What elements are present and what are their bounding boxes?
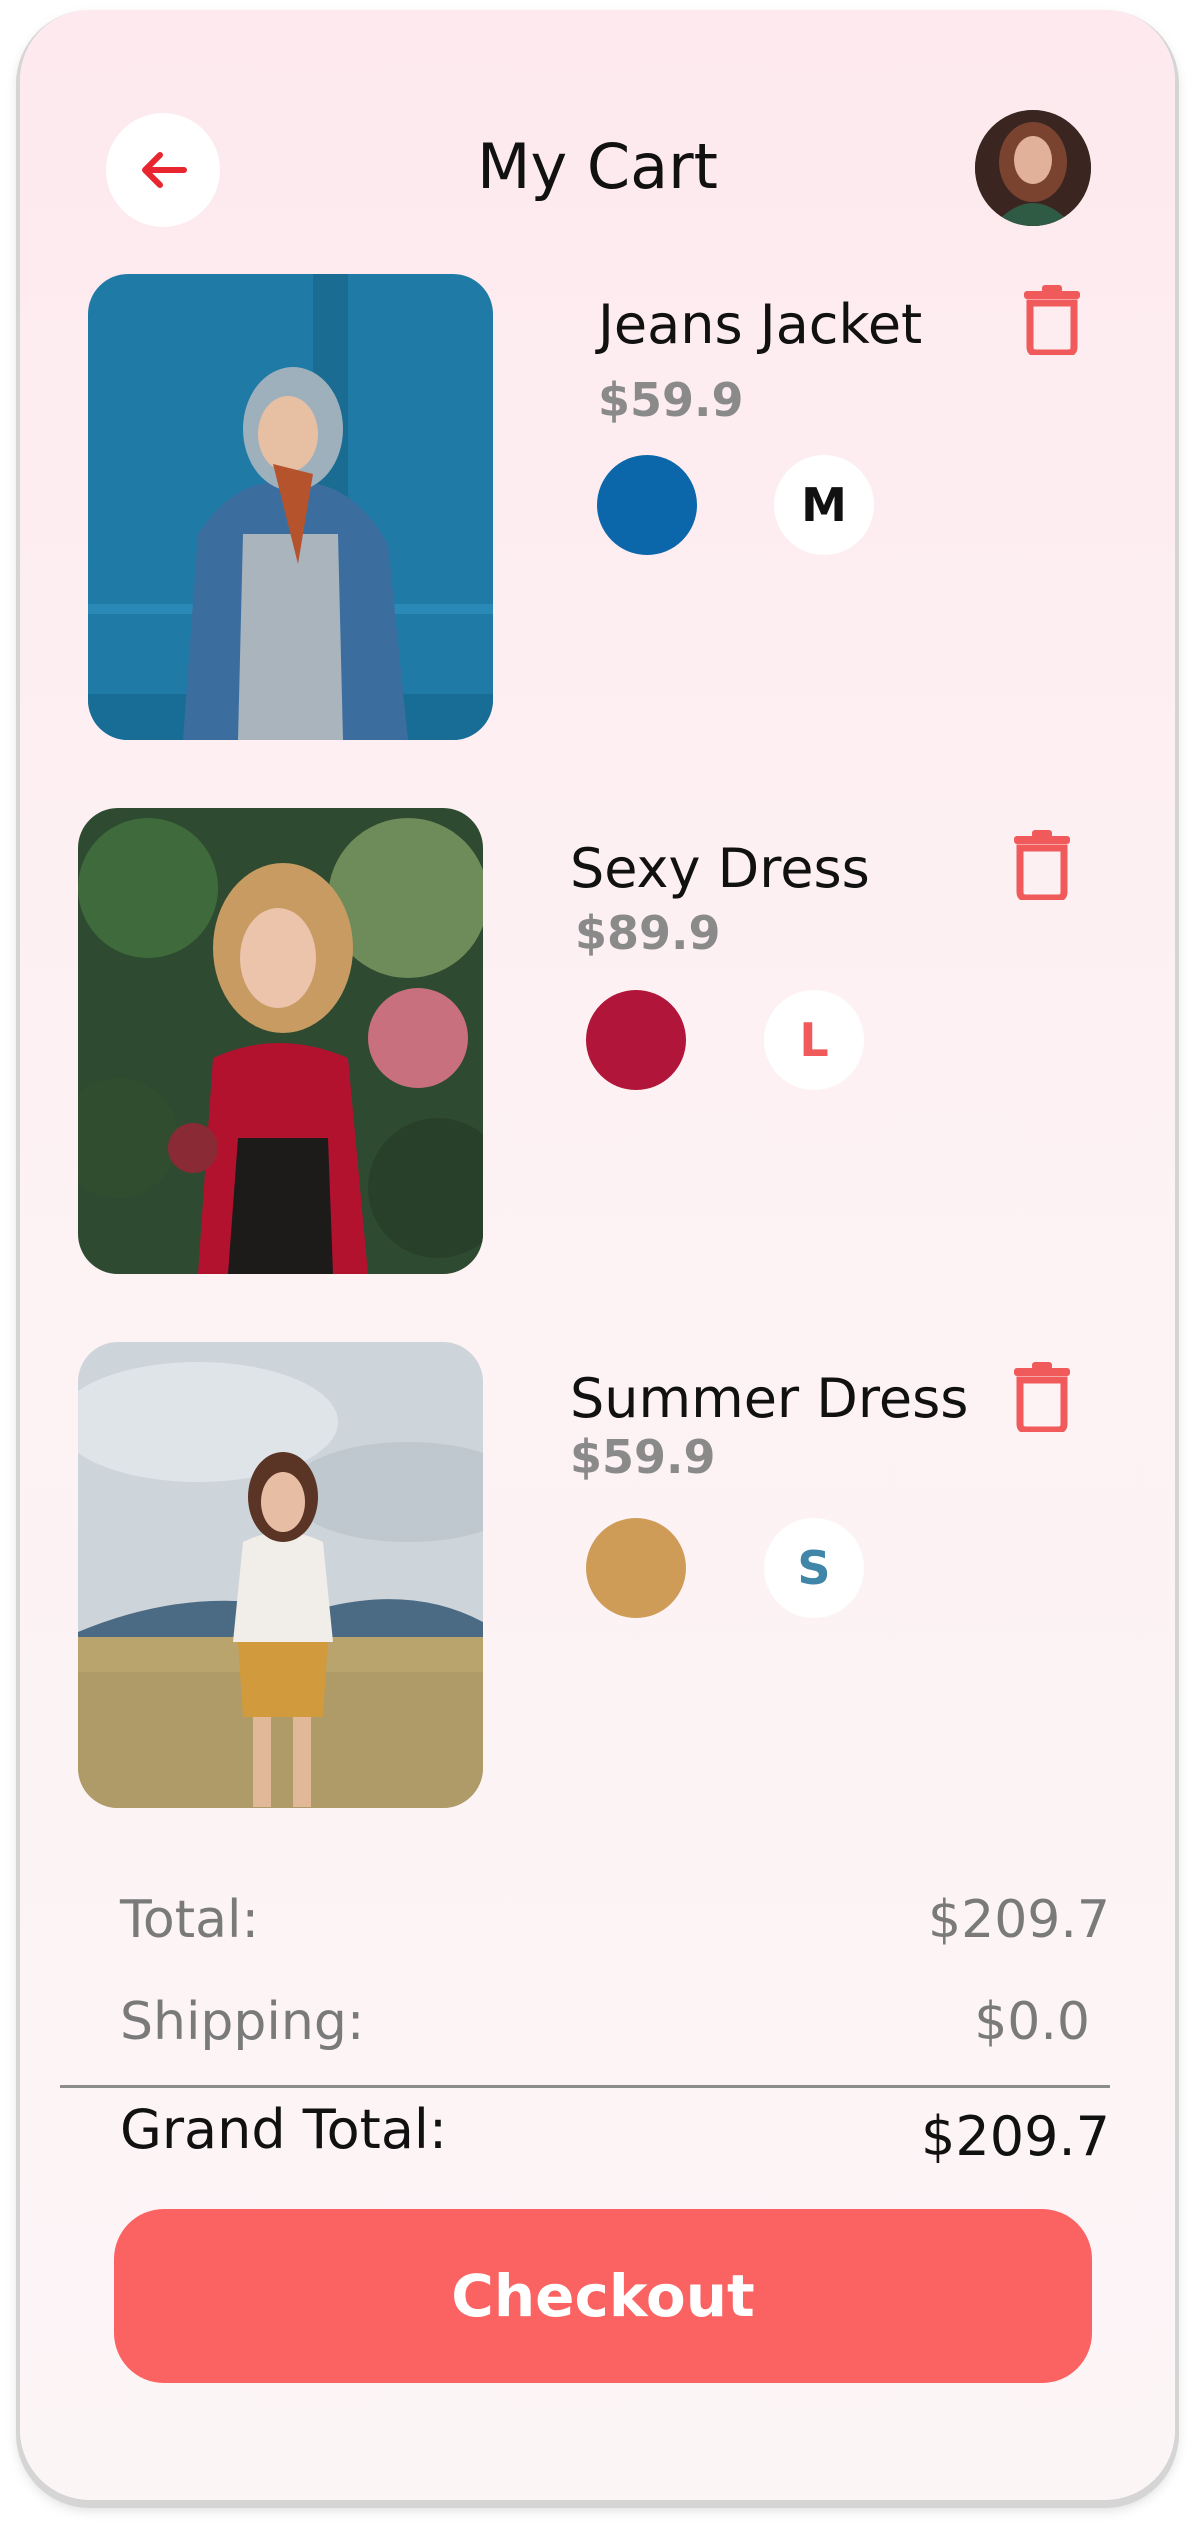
phone-screen: My Cart Jeans Jacket $59.9 M Sexy Dress … [20,10,1175,2500]
item-photo-summer-dress [78,1342,483,1808]
shipping-value: $0.0 [974,1992,1090,2052]
item-price: $89.9 [575,906,721,960]
color-swatch[interactable] [586,1518,686,1618]
item-photo-sexy-dress [78,808,483,1274]
item-price: $59.9 [570,1430,716,1484]
size-chip[interactable]: S [764,1518,864,1618]
total-label: Total: [120,1890,259,1950]
grand-total-value: $209.7 [921,2105,1110,2168]
color-swatch[interactable] [586,990,686,1090]
trash-icon[interactable] [1010,1362,1074,1434]
item-name: Jeans Jacket [598,293,923,356]
checkout-button[interactable]: Checkout [114,2209,1092,2383]
item-name: Sexy Dress [570,837,870,900]
grand-total-label: Grand Total: [120,2098,448,2161]
color-swatch[interactable] [597,455,697,555]
shipping-label: Shipping: [120,1992,365,2052]
divider [60,2085,1110,2088]
item-photo-jeans-jacket [88,274,493,740]
size-chip[interactable]: M [774,455,874,555]
trash-icon[interactable] [1020,285,1084,357]
item-price: $59.9 [598,373,744,427]
item-name: Summer Dress [570,1367,969,1430]
total-value: $209.7 [928,1890,1110,1950]
size-chip[interactable]: L [764,990,864,1090]
user-avatar[interactable] [975,110,1091,226]
trash-icon[interactable] [1010,830,1074,902]
